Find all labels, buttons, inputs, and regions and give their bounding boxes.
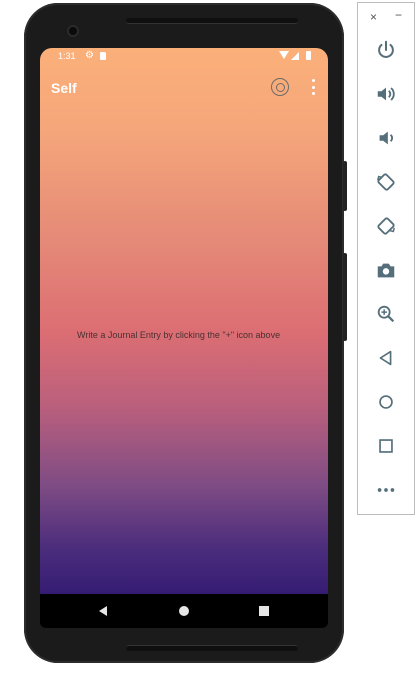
sd-card-icon [100,52,106,60]
overview-icon [379,439,393,453]
overflow-menu-button[interactable] [308,79,318,95]
top-speaker [126,18,298,24]
volume-up-icon [377,87,395,101]
power-button[interactable] [372,36,400,64]
empty-state-message: Write a Journal Entry by clicking the "+… [77,330,281,340]
volume-up-button[interactable] [372,80,400,108]
account-icon [275,82,285,92]
bottom-speaker [126,645,298,651]
rotate-right-icon [377,217,395,235]
app-title: Self [51,80,77,96]
more-icon [377,488,395,492]
wifi-icon [279,51,289,59]
emulator-toolbar: × − [357,2,415,515]
phone-side-button [343,161,347,211]
power-icon [378,40,394,58]
account-button[interactable] [271,78,289,96]
volume-down-icon [379,131,393,145]
nav-home-icon[interactable] [179,606,189,616]
front-camera [69,27,77,35]
minimize-icon[interactable]: − [395,8,402,22]
back-button[interactable] [372,344,400,372]
more-button[interactable] [372,476,400,504]
phone-volume-button [343,253,347,341]
rotate-left-button[interactable] [372,168,400,196]
device-screen: 1:31 ⚙ Self Write a Journal Entry by cli… [40,48,328,628]
nav-back-icon[interactable] [99,606,107,616]
back-icon [379,350,392,366]
rotate-left-icon [377,173,395,191]
phone-frame: 1:31 ⚙ Self Write a Journal Entry by cli… [24,3,347,663]
battery-icon [306,51,311,60]
settings-notification-icon: ⚙ [85,50,94,61]
dot-icon [311,79,315,82]
zoom-button[interactable] [372,300,400,328]
zoom-icon [377,305,395,323]
screenshot-button[interactable] [372,256,400,284]
home-button[interactable] [372,388,400,416]
dot-icon [311,92,315,95]
app-background: 1:31 ⚙ Self Write a Journal Entry by cli… [40,48,328,594]
dot-icon [311,85,315,89]
signal-icon [291,52,299,60]
camera-icon [377,263,395,278]
status-time: 1:31 [58,51,76,61]
status-bar: 1:31 ⚙ [40,48,328,66]
close-icon[interactable]: × [370,10,377,24]
rotate-right-button[interactable] [372,212,400,240]
volume-down-button[interactable] [372,124,400,152]
overview-button[interactable] [372,432,400,460]
navigation-bar [40,594,328,628]
home-icon [379,395,393,409]
nav-recents-icon[interactable] [259,606,269,616]
